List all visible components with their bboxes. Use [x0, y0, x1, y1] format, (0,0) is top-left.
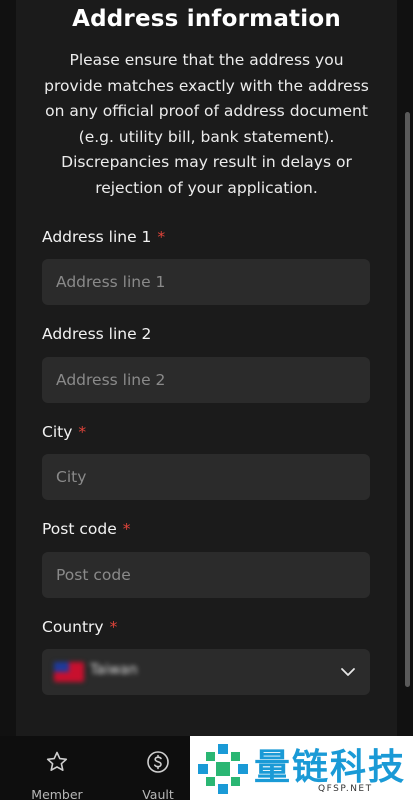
tab-vault[interactable]: Vault: [118, 736, 198, 800]
taiwan-flag-icon: [54, 662, 84, 682]
chevron-down-icon: [341, 668, 355, 676]
post-code-label-text: Post code: [42, 520, 117, 538]
required-marker: *: [157, 228, 166, 246]
country-label-text: Country: [42, 618, 104, 636]
address-line-1-input[interactable]: [42, 259, 370, 305]
page-description: Please ensure that the address you provi…: [44, 51, 369, 197]
city-label-text: City: [42, 423, 73, 441]
country-select[interactable]: Taiwan: [42, 649, 370, 695]
tab-vault-label: Vault: [142, 787, 174, 800]
dollar-circle-icon: [147, 751, 169, 773]
watermark-subtext: QFSP.NET: [318, 784, 373, 794]
post-code-input[interactable]: [42, 552, 370, 598]
star-icon: [46, 751, 68, 771]
address-line-1-label: Address line 1 *: [42, 228, 165, 246]
scrollbar[interactable]: [405, 112, 410, 687]
watermark: 量链科技 QFSP.NET: [190, 736, 413, 800]
post-code-label: Post code *: [42, 520, 131, 538]
tab-member-label: Member: [31, 787, 83, 800]
address-line-1-label-text: Address line 1: [42, 228, 152, 246]
city-label: City *: [42, 423, 86, 441]
page-title: Address information: [72, 6, 341, 32]
country-label: Country *: [42, 618, 117, 636]
address-line-2-label: Address line 2: [42, 325, 151, 343]
required-marker: *: [78, 423, 87, 441]
watermark-logo: [198, 744, 248, 794]
required-marker: *: [109, 618, 118, 636]
watermark-text: 量链科技: [254, 747, 407, 788]
country-selected-value: Taiwan: [90, 662, 138, 678]
required-marker: *: [122, 520, 131, 538]
address-line-2-input[interactable]: [42, 357, 370, 403]
tab-member[interactable]: Member: [17, 736, 97, 800]
address-line-2-label-text: Address line 2: [42, 325, 152, 343]
city-input[interactable]: [42, 454, 370, 500]
